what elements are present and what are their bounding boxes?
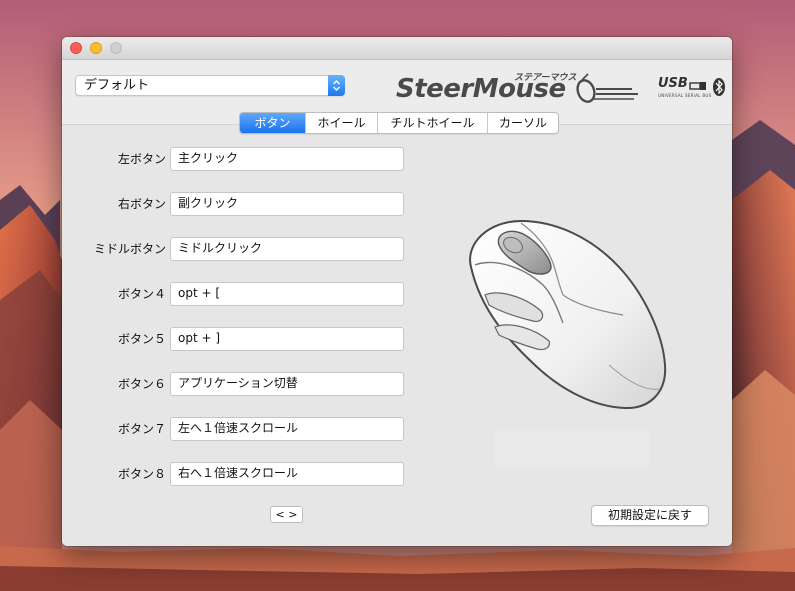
restore-defaults-button[interactable]: 初期設定に戻す (591, 505, 709, 526)
mouse-speed-icon (576, 73, 638, 103)
logo-title: SteerMouse (396, 74, 566, 104)
button-action-field[interactable]: 主クリック (170, 147, 404, 171)
button-label: ボタン４ (117, 287, 166, 301)
button-action-field[interactable]: 右へ１倍速スクロール (170, 462, 404, 486)
close-button[interactable] (70, 42, 82, 54)
previous-next-button[interactable]: < > (270, 506, 303, 523)
button-label: ボタン６ (117, 377, 166, 391)
steermouse-window: デフォルト ステアーマウス SteerMouse USB UNIVERSAL S… (62, 37, 732, 546)
tab-bar: ボタン ホイール チルトホイール カーソル (239, 112, 559, 134)
bluetooth-icon (713, 78, 725, 96)
button-action-field[interactable]: アプリケーション切替 (170, 372, 404, 396)
steermouse-logo: ステアーマウス SteerMouse (396, 68, 641, 110)
tab-cursor[interactable]: カーソル (488, 113, 558, 133)
button-action-field[interactable]: opt + [ (170, 282, 404, 306)
tab-buttons[interactable]: ボタン (240, 113, 306, 133)
tab-tilt-wheel[interactable]: チルトホイール (378, 113, 488, 133)
device-info-area (494, 429, 650, 469)
button-label: 右ボタン (117, 197, 166, 211)
profile-select[interactable]: デフォルト (75, 75, 345, 96)
button-label: ボタン５ (117, 332, 166, 346)
profile-select-value: デフォルト (84, 78, 150, 93)
tab-wheel[interactable]: ホイール (306, 113, 378, 133)
usb-badge: USB UNIVERSAL SERIAL BUS (657, 76, 729, 104)
usb-subtitle: UNIVERSAL SERIAL BUS (658, 93, 712, 98)
button-action-field[interactable]: 左へ１倍速スクロール (170, 417, 404, 441)
button-action-field[interactable]: opt + ] (170, 327, 404, 351)
button-label: ボタン８ (117, 467, 166, 481)
usb-label: USB (658, 76, 688, 91)
usb-plug-icon (689, 82, 706, 90)
button-label: ミドルボタン (93, 242, 166, 256)
chevron-updown-icon[interactable] (328, 75, 345, 96)
minimize-button[interactable] (90, 42, 102, 54)
title-bar[interactable] (62, 37, 732, 60)
zoom-button[interactable] (110, 42, 122, 54)
button-label: 左ボタン (117, 152, 166, 166)
mouse-illustration (469, 219, 667, 410)
button-action-field[interactable]: 副クリック (170, 192, 404, 216)
button-label: ボタン７ (117, 422, 166, 436)
button-action-field[interactable]: ミドルクリック (170, 237, 404, 261)
